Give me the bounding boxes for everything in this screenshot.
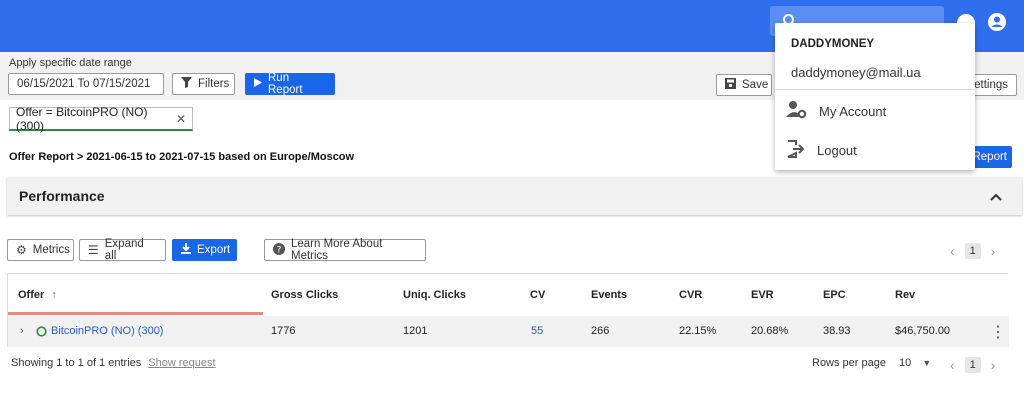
chevron-left-icon[interactable]: ‹ <box>950 357 955 373</box>
account-settings-icon <box>785 100 807 123</box>
offer-filter-chip[interactable]: Offer = BitcoinPRO (NO) (300) ✕ <box>9 104 193 133</box>
offer-link[interactable]: BitcoinPRO (NO) (300) <box>51 325 163 337</box>
play-icon <box>254 78 262 90</box>
column-header-epc[interactable]: EPC <box>823 289 846 301</box>
column-header-offer[interactable]: Offer ↑ <box>18 289 57 301</box>
table-row[interactable]: › BitcoinPRO (NO) (300) 1776 1201 55 266… <box>8 316 1009 347</box>
chevron-right-icon[interactable]: › <box>20 325 24 337</box>
menu-divider <box>775 89 975 90</box>
sort-indicator-underline <box>8 312 263 315</box>
account-circle-icon[interactable] <box>987 12 1007 35</box>
logout-label: Logout <box>817 143 857 158</box>
chevron-right-icon[interactable]: › <box>991 243 996 259</box>
expand-all-button[interactable]: ☰ Expand all <box>79 238 166 262</box>
chevron-left-icon[interactable]: ‹ <box>950 243 955 259</box>
filter-icon <box>181 77 192 91</box>
filters-button[interactable]: Filters <box>172 73 235 95</box>
cell-gross-clicks: 1776 <box>271 325 296 337</box>
top-pagination: ‹ 1 › <box>950 243 995 259</box>
rows-per-page-value: 10 <box>899 357 912 369</box>
filters-button-label: Filters <box>198 78 230 90</box>
offer-report-table: Offer ↑ Gross Clicks Uniq. Clicks CV Eve… <box>7 273 1009 347</box>
svg-text:?: ? <box>277 245 282 255</box>
cell-cv-link[interactable]: 55 <box>531 325 543 337</box>
date-range-picker[interactable]: 06/15/2021 To 07/15/2021 <box>8 73 164 95</box>
filter-chip-label: Offer = BitcoinPRO (NO) (300) <box>16 104 148 133</box>
column-header-cv[interactable]: CV <box>530 289 545 301</box>
download-icon <box>181 243 191 257</box>
cell-events: 266 <box>591 325 610 337</box>
status-dot-icon <box>36 326 47 340</box>
cell-uniq-clicks: 1201 <box>403 325 428 337</box>
page-number[interactable]: 1 <box>964 357 981 373</box>
column-header-events[interactable]: Events <box>591 289 627 301</box>
date-range-value: 06/15/2021 To 07/15/2021 <box>17 78 151 90</box>
account-menu: DADDYMONEY daddymoney@mail.ua My Account… <box>775 23 975 170</box>
run-report-label: Run Report <box>268 72 303 96</box>
sort-arrow-icon: ↑ <box>51 289 57 301</box>
account-email: daddymoney@mail.ua <box>791 65 921 80</box>
save-button[interactable]: Save <box>716 74 772 96</box>
my-account-label: My Account <box>819 104 887 119</box>
page-number[interactable]: 1 <box>964 243 981 259</box>
performance-title: Performance <box>19 188 105 204</box>
show-request-link[interactable]: Show request <box>148 357 215 369</box>
caret-down-icon: ▼ <box>922 358 932 368</box>
report-button[interactable]: Report <box>972 146 1012 168</box>
date-range-label: Apply specific date range <box>9 57 132 69</box>
export-button[interactable]: Export <box>172 239 237 261</box>
chevron-right-icon[interactable]: › <box>991 357 996 373</box>
metrics-label: Metrics <box>32 244 70 256</box>
expand-all-label: Expand all <box>104 238 144 262</box>
settings-button-label: ettings <box>974 79 1008 91</box>
cell-cvr: 22.15% <box>679 325 717 337</box>
entries-info: Showing 1 to 1 of 1 entries Show request <box>11 357 216 369</box>
gear-icon: ⚙ <box>16 243 27 257</box>
rows-per-page-label: Rows per page <box>812 357 886 369</box>
rows-per-page-select[interactable]: 10 ▼ <box>899 357 931 369</box>
logout-menu-item[interactable]: Logout <box>785 139 857 162</box>
save-button-label: Save <box>742 79 769 91</box>
account-username: DADDYMONEY <box>791 38 875 50</box>
learn-more-label: Learn More About Metrics <box>291 238 383 262</box>
close-icon[interactable]: ✕ <box>176 112 186 126</box>
report-button-label: Report <box>972 151 1007 163</box>
cell-evr: 20.68% <box>751 325 789 337</box>
more-vert-icon[interactable]: ⋮ <box>990 322 1006 342</box>
my-account-menu-item[interactable]: My Account <box>785 100 886 123</box>
learn-more-metrics-button[interactable]: ? Learn More About Metrics <box>264 238 426 262</box>
cell-epc: 38.93 <box>823 325 851 337</box>
column-header-uniq-clicks[interactable]: Uniq. Clicks <box>403 289 466 301</box>
bottom-pagination: ‹ 1 › <box>950 357 995 373</box>
report-heading: Offer Report > 2021-06-15 to 2021-07-15 … <box>9 151 355 163</box>
column-header-cvr[interactable]: CVR <box>679 289 702 301</box>
entries-count: Showing 1 to 1 of 1 entries <box>11 357 142 369</box>
metrics-button[interactable]: ⚙ Metrics <box>7 239 74 261</box>
column-header-rev[interactable]: Rev <box>895 289 915 301</box>
list-icon: ☰ <box>88 243 99 257</box>
column-header-evr[interactable]: EVR <box>751 289 774 301</box>
cell-rev: $46,750.00 <box>895 325 951 337</box>
column-header-label: Offer <box>18 289 45 301</box>
column-header-gross-clicks[interactable]: Gross Clicks <box>271 289 338 301</box>
export-label: Export <box>197 244 231 256</box>
logout-icon <box>785 139 805 162</box>
run-report-button[interactable]: Run Report <box>245 72 335 96</box>
save-icon <box>725 78 736 92</box>
performance-panel[interactable]: Performance <box>7 177 1022 215</box>
chevron-up-icon[interactable] <box>990 190 1002 204</box>
help-circle-icon: ? <box>273 242 285 258</box>
table-header: Offer ↑ Gross Clicks Uniq. Clicks CV Eve… <box>8 274 1009 316</box>
